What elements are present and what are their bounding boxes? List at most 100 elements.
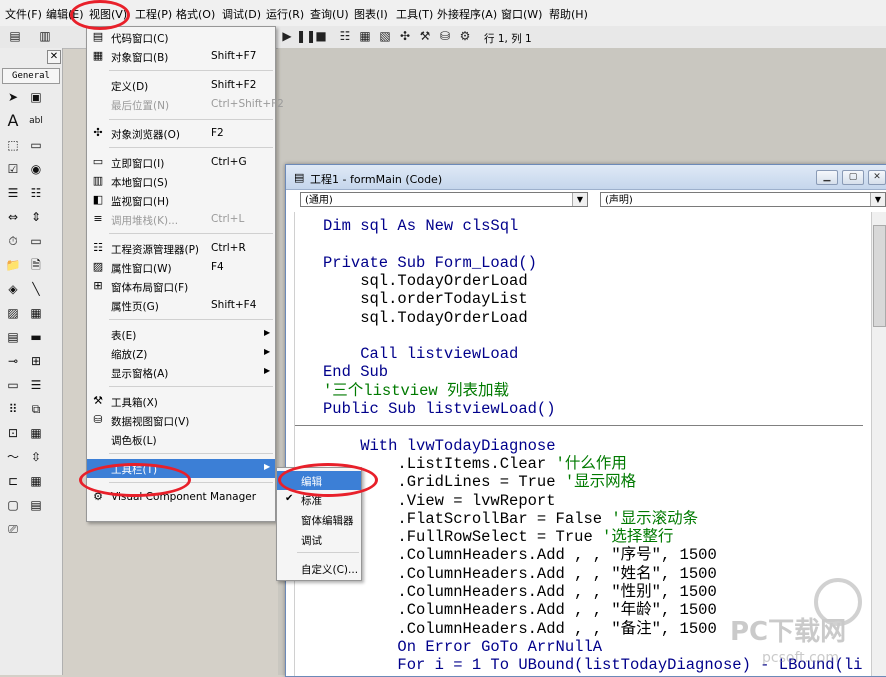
menu-item-9[interactable]: 工具(T) xyxy=(396,6,433,22)
imagelist-tool-icon[interactable]: ⠿ xyxy=(4,400,22,418)
minimize-icon[interactable]: ▁ xyxy=(816,170,838,185)
hscrollbar-tool-icon[interactable]: ⇔ xyxy=(4,208,22,226)
run-icon[interactable]: ▶ xyxy=(280,29,294,43)
code-window-titlebar[interactable]: ▤ 工程1 - formMain (Code) ▁ ▢ ✕ xyxy=(286,165,886,190)
vscrollbar-tool-icon[interactable]: ⇕ xyxy=(27,208,45,226)
menu-item-5[interactable]: 调试(D) xyxy=(222,6,261,22)
watermark: PC下载网 pcsoft.com xyxy=(720,570,880,670)
listbox-tool-icon[interactable]: ☷ xyxy=(27,184,45,202)
data-view-icon[interactable]: ⛁ xyxy=(438,29,452,43)
view-menu-item-6[interactable]: ▥ 本地窗口(S) xyxy=(87,172,275,191)
view-menu-item-10[interactable]: ▨ 属性窗口(W) F4 xyxy=(87,258,275,277)
view-menu-item-5[interactable]: ▭ 立即窗口(I) Ctrl+G xyxy=(87,153,275,172)
menu-item-6[interactable]: 运行(R) xyxy=(266,6,304,22)
shape-tool-icon[interactable]: ◈ xyxy=(4,280,22,298)
menu-item-3[interactable]: 工程(P) xyxy=(135,6,172,22)
toolbar-submenu-item-label: 自定义(C)... xyxy=(301,564,359,576)
label-tool-icon[interactable]: A xyxy=(4,112,22,130)
toolbox-tab-general[interactable]: General xyxy=(2,68,60,84)
view-menu-item-7[interactable]: ◧ 监视窗口(H) xyxy=(87,191,275,210)
ole-tool-icon[interactable]: ▤ xyxy=(4,328,22,346)
combobox-tool-icon[interactable]: ☰ xyxy=(4,184,22,202)
menu-item-12[interactable]: 帮助(H) xyxy=(549,6,588,22)
statusbar-tool-icon[interactable]: ▭ xyxy=(4,376,22,394)
view-menu-item-2[interactable]: 定义(D) Shift+F2 xyxy=(87,76,275,95)
view-menu-item-shortcut: F2 xyxy=(211,127,224,139)
listview-tool-icon[interactable]: ☰ xyxy=(27,376,45,394)
view-menu-item-13[interactable]: 表(E) ▶ xyxy=(87,325,275,344)
optionbutton-tool-icon[interactable]: ◉ xyxy=(27,160,45,178)
treeview-tool-icon[interactable]: ⊞ xyxy=(27,352,45,370)
commandbutton-tool-icon[interactable]: ▭ xyxy=(27,136,45,154)
toolbar-tool-icon[interactable]: ⊡ xyxy=(4,424,22,442)
form-tool-icon[interactable]: ▢ xyxy=(4,496,22,514)
menu-item-8[interactable]: 图表(I) xyxy=(354,6,388,22)
data-tool-icon[interactable]: ▦ xyxy=(27,304,45,322)
view-menu-item-9[interactable]: ☷ 工程资源管理器(P) Ctrl+R xyxy=(87,239,275,258)
toolbar-submenu-item-3[interactable]: 调试 xyxy=(277,530,361,549)
view-menu-item-17[interactable]: ⛁ 数据视图窗口(V) xyxy=(87,411,275,430)
code-window-icon: ▤ xyxy=(92,30,104,43)
view-menu-item-0[interactable]: ▤ 代码窗口(C) xyxy=(87,28,275,47)
chevron-right-icon: ▶ xyxy=(264,328,271,337)
menu-item-7[interactable]: 查询(U) xyxy=(310,6,349,22)
properties-icon[interactable]: ▦ xyxy=(358,29,372,43)
close-icon[interactable]: ✕ xyxy=(868,170,886,185)
toolbox-icon[interactable]: ⚒ xyxy=(418,29,432,43)
line-tool-icon[interactable]: ╲ xyxy=(27,280,45,298)
chevron-down-icon[interactable]: ▼ xyxy=(572,193,587,206)
view-menu-item-11[interactable]: ⊞ 窗体布局窗口(F) xyxy=(87,277,275,296)
toolbar-submenu-item-4[interactable]: 自定义(C)... xyxy=(277,559,361,578)
toolbar-submenu-item-2[interactable]: 窗体编辑器 xyxy=(277,510,361,529)
updown-tool-icon[interactable]: ⇳ xyxy=(27,448,45,466)
drivelistbox-tool-icon[interactable]: ▭ xyxy=(27,232,45,250)
menu-item-4[interactable]: 格式(O) xyxy=(176,6,215,22)
grid-tool-icon[interactable]: ▦ xyxy=(27,424,45,442)
view-menu-item-14[interactable]: 缩放(Z) ▶ xyxy=(87,344,275,363)
object-browser-icon[interactable]: ✣ xyxy=(398,29,412,43)
pointer-tool-icon[interactable]: ➤ xyxy=(4,88,22,106)
slider-tool-icon[interactable]: ⊸ xyxy=(4,352,22,370)
stop-icon[interactable]: ■ xyxy=(314,29,328,43)
frame-tool-icon[interactable]: ⬚ xyxy=(4,136,22,154)
close-icon[interactable]: ✕ xyxy=(47,50,61,64)
chart-tool-icon[interactable]: 〜 xyxy=(4,448,22,466)
timer-tool-icon[interactable]: ⏱ xyxy=(4,232,22,250)
object-combo[interactable]: (通用) ▼ xyxy=(300,192,588,207)
menu-item-10[interactable]: 外接程序(A) xyxy=(437,6,497,22)
object-browser-icon: ✣ xyxy=(93,126,103,139)
project-explorer-icon[interactable]: ☷ xyxy=(338,29,352,43)
richtext-tool-icon[interactable]: ⊏ xyxy=(4,472,22,490)
view-menu-item-15[interactable]: 显示窗格(A) ▶ xyxy=(87,363,275,382)
menu-item-11[interactable]: 窗口(W) xyxy=(501,6,542,22)
scrollbar-thumb[interactable] xyxy=(873,225,886,327)
pause-icon[interactable]: ❚❚ xyxy=(296,29,316,43)
form-layout-icon[interactable]: ▧ xyxy=(378,29,392,43)
tabstrip-tool-icon[interactable]: ⧉ xyxy=(27,400,45,418)
view-menu-item-1[interactable]: ▦ 对象窗口(B) Shift+F7 xyxy=(87,47,275,66)
code-line: End Sub xyxy=(323,363,388,381)
menu-item-0[interactable]: 文件(F) xyxy=(5,6,42,22)
add-form-icon[interactable]: ▥ xyxy=(38,29,52,43)
checkbox-tool-icon[interactable]: ☑ xyxy=(4,160,22,178)
view-menu-item-16[interactable]: ⚒ 工具箱(X) xyxy=(87,392,275,411)
chevron-right-icon: ▶ xyxy=(264,366,271,375)
calendar-tool-icon[interactable]: ▦ xyxy=(27,472,45,490)
progressbar-tool-icon[interactable]: ▬ xyxy=(27,328,45,346)
picturebox-tool-icon[interactable]: ▣ xyxy=(27,88,45,106)
view-menu-item-4[interactable]: ✣ 对象浏览器(O) F2 xyxy=(87,124,275,143)
view-menu-item-18[interactable]: 调色板(L) xyxy=(87,430,275,449)
add-project-icon[interactable]: ▤ xyxy=(8,29,22,43)
procedure-combo[interactable]: (声明) ▼ xyxy=(600,192,886,207)
animation-tool-icon[interactable]: ⎚ xyxy=(4,520,22,538)
dirlistbox-tool-icon[interactable]: 📁 xyxy=(4,256,22,274)
datagrid-tool-icon[interactable]: ▤ xyxy=(27,496,45,514)
textbox-tool-icon[interactable]: abl xyxy=(27,112,45,130)
component-manager-icon[interactable]: ⚙ xyxy=(458,29,472,43)
filelistbox-tool-icon[interactable]: 🗎 xyxy=(27,256,45,274)
call-stack-icon: ≡ xyxy=(93,212,103,225)
view-menu-item-12[interactable]: 属性页(G) Shift+F4 xyxy=(87,296,275,315)
image-tool-icon[interactable]: ▨ xyxy=(4,304,22,322)
chevron-down-icon[interactable]: ▼ xyxy=(870,193,885,206)
maximize-icon[interactable]: ▢ xyxy=(842,170,864,185)
